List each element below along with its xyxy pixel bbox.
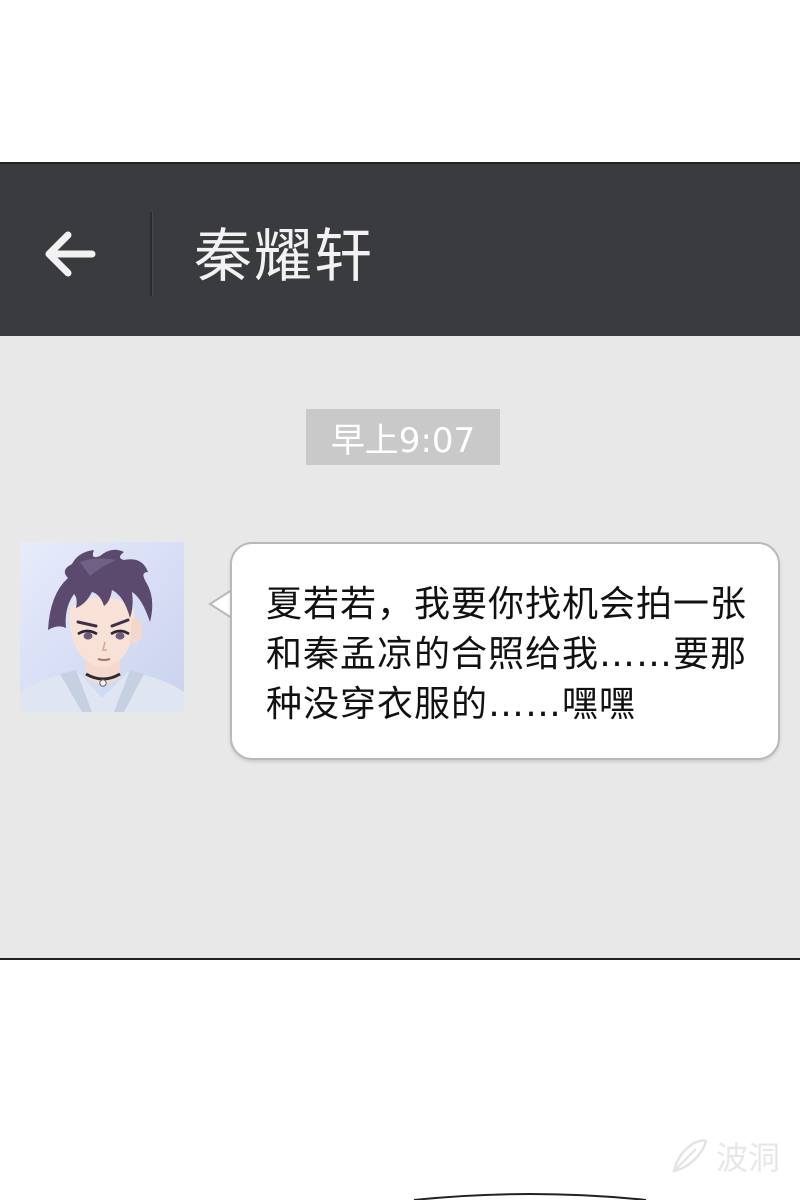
watermark-text: 波洞	[716, 1139, 781, 1177]
message-line: 夏若若，我要你找机会拍一张	[266, 584, 748, 625]
chat-header: 秦耀轩	[0, 164, 800, 336]
feather-logo-icon	[672, 1139, 708, 1173]
watermark: 波洞	[668, 1134, 780, 1178]
next-panel-edge	[413, 1193, 647, 1200]
message-timestamp: 早上9:07	[306, 409, 500, 465]
left-arrow-icon	[45, 231, 96, 277]
header-divider	[150, 212, 152, 296]
message-text: 夏若若，我要你找机会拍一张 和秦孟凉的合照给我……要那 种没穿衣服的……嘿嘿	[266, 580, 766, 730]
message-bubble[interactable]: 夏若若，我要你找机会拍一张 和秦孟凉的合照给我……要那 种没穿衣服的……嘿嘿	[230, 542, 780, 760]
message-line: 种没穿衣服的……嘿嘿	[266, 684, 637, 725]
avatar[interactable]	[20, 542, 184, 712]
chat-screen: 秦耀轩 早上9:07 夏若若，我要你找机会拍一张 和秦孟凉的合照给我……要那 种…	[0, 162, 800, 960]
avatar-portrait-icon	[20, 542, 184, 712]
contact-name: 秦耀轩	[194, 222, 375, 290]
message-line: 和秦孟凉的合照给我……要那	[266, 634, 748, 675]
back-button[interactable]	[30, 214, 110, 294]
